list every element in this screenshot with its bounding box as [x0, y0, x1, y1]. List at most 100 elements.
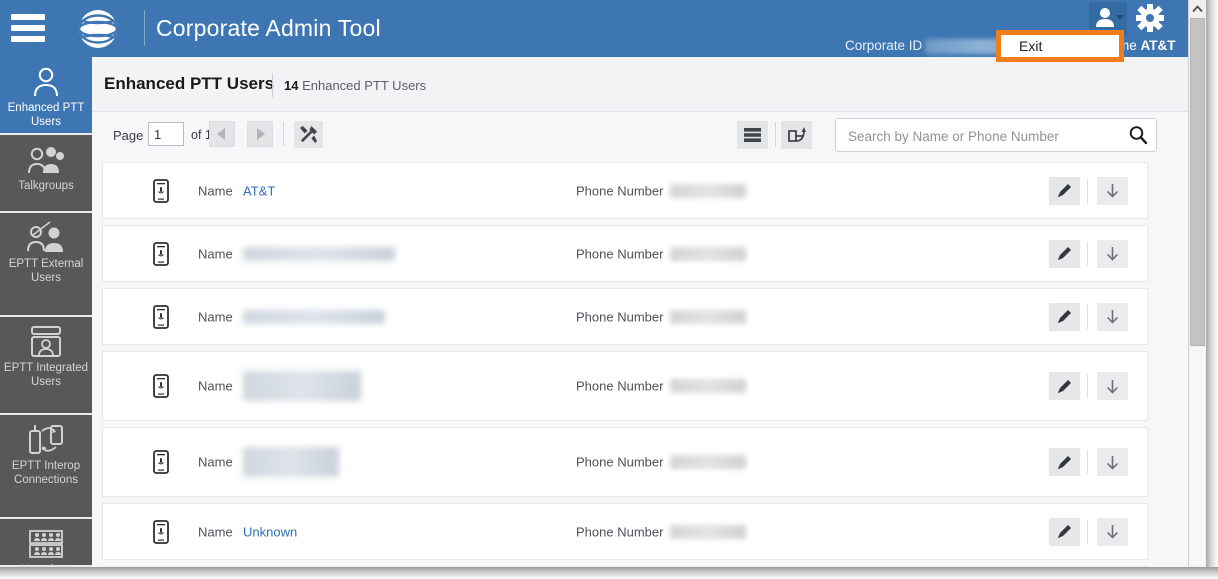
download-button[interactable]	[1097, 372, 1128, 400]
search-icon[interactable]	[1128, 125, 1148, 145]
sidebar-item-eptt-external-users[interactable]: EPTT External Users	[0, 213, 92, 317]
table-row[interactable]: Name Phone Number	[102, 288, 1148, 345]
table-row[interactable]: Name Phone Number	[102, 225, 1148, 282]
download-button[interactable]	[1097, 239, 1128, 268]
table-row[interactable]: Name Unknown Phone Number	[102, 503, 1148, 560]
phone-number-value-redacted	[670, 309, 746, 324]
edit-button[interactable]	[1049, 372, 1080, 400]
export-button[interactable]	[781, 121, 812, 149]
sidebar-item-eptt-interop-connections[interactable]: EPTT Interop Connections	[0, 415, 92, 519]
chevron-up-icon	[1192, 4, 1203, 12]
phone-number-label: Phone Number	[576, 309, 664, 324]
row-button-divider	[1087, 241, 1088, 266]
page-label: Page	[113, 128, 144, 143]
sidebar-item-label: Talkgroups	[18, 180, 74, 192]
arrow-down-icon	[1107, 184, 1118, 198]
phone-number-value-redacted	[670, 246, 746, 261]
page-header: Enhanced PTT Users 14 Enhanced PTT Users	[92, 57, 1188, 112]
edit-button[interactable]	[1049, 302, 1080, 331]
pencil-edit-icon	[1058, 184, 1071, 197]
row-button-divider	[1087, 178, 1088, 203]
sidebar-item-user-sets[interactable]: User Sets	[0, 519, 92, 576]
user-sets-icon	[29, 530, 63, 558]
pencil-edit-icon	[1058, 247, 1071, 260]
single-user-icon	[34, 67, 58, 97]
tools-icon	[299, 125, 318, 144]
search-box	[835, 118, 1157, 153]
record-count: 14 Enhanced PTT Users	[284, 78, 426, 93]
sidebar-item-talkgroups[interactable]: Talkgroups	[0, 135, 92, 213]
next-page-button[interactable]	[247, 121, 273, 147]
phone-number-value-redacted	[670, 379, 746, 393]
phone-number-label: Phone Number	[576, 524, 664, 539]
arrow-down-icon	[1107, 455, 1118, 470]
window-edge-shadow-bottom	[0, 567, 1218, 579]
download-button[interactable]	[1097, 176, 1128, 205]
row-button-divider	[1087, 304, 1088, 329]
name-value-redacted	[243, 371, 361, 401]
table-row[interactable]: Name Phone Number	[102, 427, 1148, 497]
name-label: Name	[198, 246, 233, 261]
mobile-device-icon	[153, 374, 169, 398]
arrow-down-icon	[1107, 525, 1118, 539]
scrollbar-track[interactable]	[1190, 347, 1205, 566]
row-button-divider	[1087, 519, 1088, 544]
mobile-device-icon	[153, 450, 169, 474]
download-button[interactable]	[1097, 448, 1128, 476]
title-divider	[272, 73, 273, 97]
edit-button[interactable]	[1049, 239, 1080, 268]
record-count-suffix: Enhanced PTT Users	[302, 78, 427, 93]
page-title: Enhanced PTT Users	[104, 74, 275, 93]
table-row[interactable]: Name Phone Number	[102, 351, 1148, 421]
row-button-divider	[1087, 373, 1088, 399]
scrollbar-thumb[interactable]	[1190, 18, 1205, 346]
edit-button[interactable]	[1049, 448, 1080, 476]
toolbar-divider	[283, 122, 284, 146]
row-button-divider	[1087, 449, 1088, 475]
mobile-device-icon	[153, 304, 169, 329]
integrated-user-icon	[31, 326, 61, 357]
download-button[interactable]	[1097, 517, 1128, 546]
external-user-icon	[27, 221, 63, 252]
phone-number-label: Phone Number	[576, 378, 664, 394]
phone-number-value-redacted	[670, 183, 746, 198]
export-icon	[787, 127, 806, 142]
edit-button[interactable]	[1049, 176, 1080, 205]
arrow-down-icon	[1107, 247, 1118, 261]
list-view-icon	[744, 128, 761, 142]
sidebar-item-label: Enhanced PTT Users	[7, 102, 85, 128]
list-view-button[interactable]	[737, 121, 768, 149]
user-group-icon	[28, 147, 64, 174]
interop-connection-icon	[29, 425, 63, 454]
name-label: Name	[198, 309, 233, 324]
name-label: Name	[198, 183, 233, 198]
edit-button[interactable]	[1049, 517, 1080, 546]
previous-page-button[interactable]	[209, 121, 235, 147]
exit-label: Exit	[1019, 38, 1043, 54]
name-label: Name	[198, 454, 233, 470]
search-input[interactable]	[846, 119, 1130, 153]
pencil-edit-icon	[1058, 310, 1071, 323]
name-value-redacted	[243, 309, 385, 324]
sidebar-item-eptt-integrated-users[interactable]: EPTT Integrated Users	[0, 317, 92, 415]
sidebar-navigation: Enhanced PTT Users Talkgroups EPTT Exter…	[0, 57, 92, 576]
vertical-scrollbar[interactable]	[1188, 0, 1206, 567]
scroll-up-button[interactable]	[1189, 0, 1206, 17]
corporate-name-value: AT&T	[1140, 38, 1176, 53]
tools-button[interactable]	[294, 121, 323, 148]
download-button[interactable]	[1097, 302, 1128, 331]
sidebar-item-enhanced-ptt-users[interactable]: Enhanced PTT Users	[0, 57, 92, 135]
gear-icon[interactable]	[1133, 2, 1167, 35]
name-label: Name	[198, 524, 233, 539]
name-value-redacted	[243, 246, 395, 261]
record-count-number: 14	[284, 78, 299, 93]
phone-number-label: Phone Number	[576, 183, 664, 198]
phone-number-label: Phone Number	[576, 454, 664, 470]
exit-menu-item[interactable]: Exit	[996, 30, 1124, 62]
sidebar-item-label: EPTT Interop Connections	[11, 460, 81, 486]
table-row[interactable]: Name AT&T Phone Number	[102, 162, 1148, 219]
name-value-link[interactable]: AT&T	[243, 183, 275, 198]
page-number-input[interactable]	[148, 122, 184, 146]
name-value-link[interactable]: Unknown	[243, 524, 297, 539]
mobile-device-icon	[153, 241, 169, 266]
